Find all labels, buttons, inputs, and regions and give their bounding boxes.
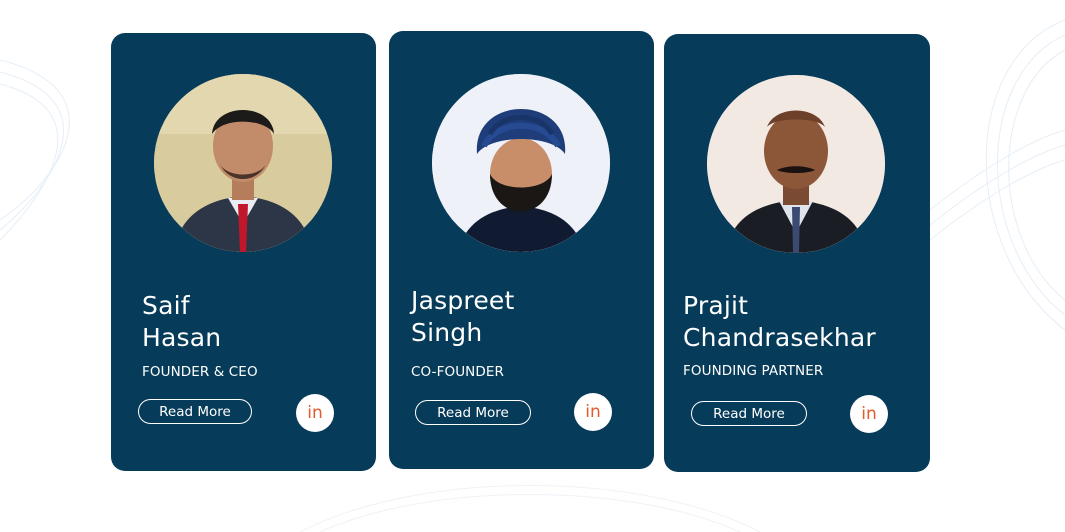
member-first-name: Prajit <box>683 291 749 320</box>
member-last-name: Singh <box>411 318 483 347</box>
member-first-name: Jaspreet <box>411 286 515 315</box>
member-name: Jaspreet Singh <box>411 285 514 349</box>
team-card-jaspreet-singh: Jaspreet Singh CO-FOUNDER Read More in <box>389 31 654 469</box>
linkedin-icon[interactable]: in <box>296 394 334 432</box>
linkedin-icon[interactable]: in <box>850 395 888 433</box>
team-card-saif-hasan: Saif Hasan FOUNDER & CEO Read More in <box>111 33 376 471</box>
member-role: FOUNDER & CEO <box>142 364 258 380</box>
profile-photo <box>154 74 332 252</box>
member-role: CO-FOUNDER <box>411 364 504 380</box>
read-more-button[interactable]: Read More <box>138 399 252 424</box>
team-card-prajit-chandrasekhar: Prajit Chandrasekhar FOUNDING PARTNER Re… <box>664 34 930 472</box>
member-last-name: Hasan <box>142 323 222 352</box>
member-last-name: Chandrasekhar <box>683 323 876 352</box>
profile-photo <box>432 74 610 252</box>
linkedin-icon[interactable]: in <box>574 393 612 431</box>
read-more-button[interactable]: Read More <box>415 400 531 425</box>
profile-photo <box>707 75 885 253</box>
read-more-button[interactable]: Read More <box>691 401 807 426</box>
member-first-name: Saif <box>142 291 190 320</box>
member-name: Prajit Chandrasekhar <box>683 290 876 354</box>
member-name: Saif Hasan <box>142 290 221 354</box>
member-role: FOUNDING PARTNER <box>683 363 824 379</box>
